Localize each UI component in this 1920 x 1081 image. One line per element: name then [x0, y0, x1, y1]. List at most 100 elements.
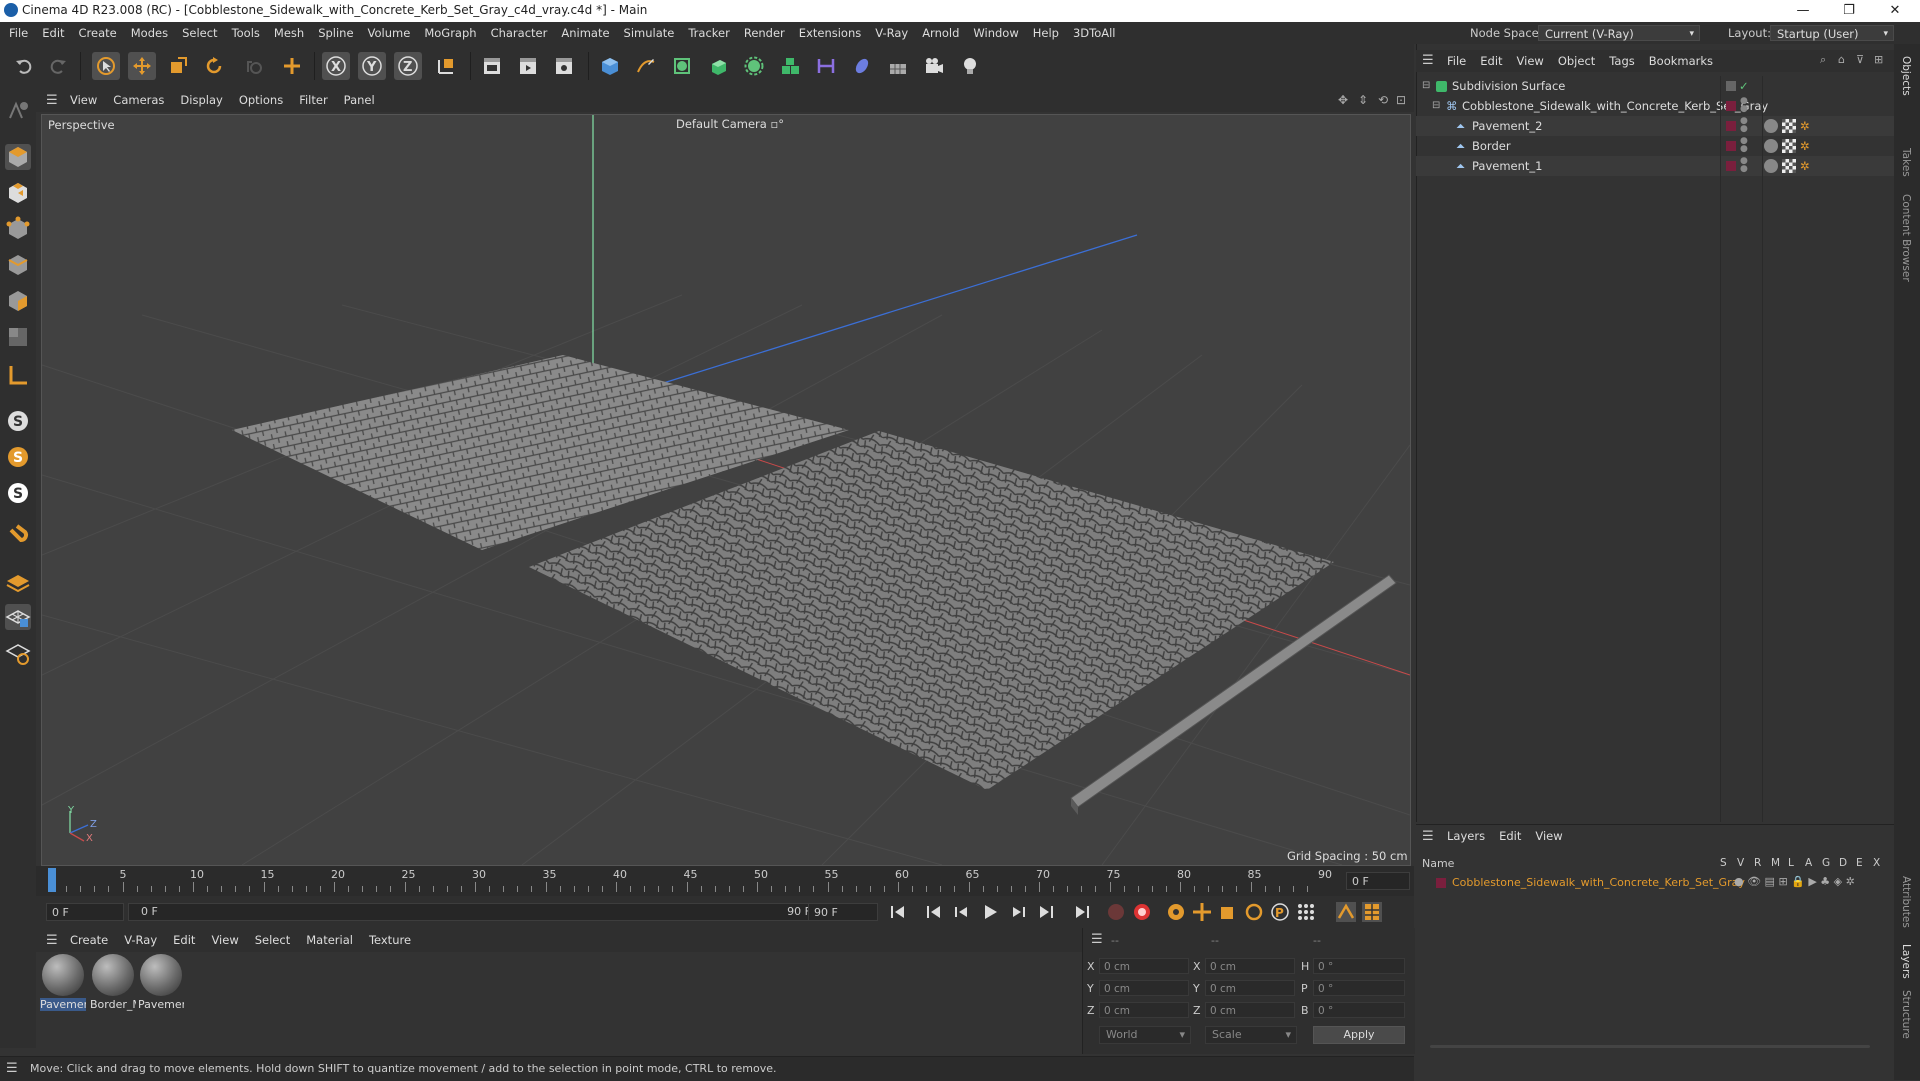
- object-menu-bookmarks[interactable]: Bookmarks: [1642, 50, 1720, 72]
- spline-pen-button[interactable]: [632, 52, 660, 80]
- menu-spline[interactable]: Spline: [311, 22, 360, 44]
- layer-row[interactable]: Cobblestone_Sidewalk_with_Concrete_Kerb_…: [1416, 873, 1894, 893]
- column-solo[interactable]: S: [1720, 857, 1737, 869]
- position-y-field[interactable]: 0 cm: [1099, 980, 1189, 996]
- layer-toggle-icons[interactable]: ● 👁 ▤ ⊞ 🔒 ▶ ♣ ◈ ✲: [1734, 875, 1855, 888]
- menu-simulate[interactable]: Simulate: [617, 22, 682, 44]
- maximize-view-icon[interactable]: ⊡: [1396, 93, 1406, 107]
- mograph-cloner-button[interactable]: [776, 52, 804, 80]
- column-generators[interactable]: G: [1822, 857, 1839, 869]
- key-rotation-button[interactable]: [1244, 902, 1264, 922]
- material-menu-texture[interactable]: Texture: [361, 928, 419, 952]
- menu-arnold[interactable]: Arnold: [915, 22, 966, 44]
- filter-icon[interactable]: ⊽: [1856, 53, 1864, 66]
- layer-menu-view[interactable]: View: [1528, 825, 1569, 847]
- rotate-tool-button[interactable]: [200, 52, 228, 80]
- new-window-icon[interactable]: ⊞: [1874, 53, 1883, 66]
- floor-button[interactable]: [884, 52, 912, 80]
- motion-system-button[interactable]: [1336, 902, 1356, 922]
- viewport-menu-cameras[interactable]: Cameras: [105, 88, 172, 112]
- home-icon[interactable]: ⌂: [1838, 53, 1845, 66]
- hamburger-icon[interactable]: ☰: [46, 933, 58, 948]
- go-to-end-button[interactable]: [1072, 902, 1092, 922]
- position-x-field[interactable]: 0 cm: [1099, 958, 1189, 974]
- column-xref[interactable]: X: [1873, 857, 1883, 869]
- menu-render[interactable]: Render: [737, 22, 792, 44]
- visibility-dots-icon[interactable]: ● ●: [1740, 137, 1748, 154]
- uv-mode-button[interactable]: [5, 324, 31, 350]
- position-z-field[interactable]: 0 cm: [1099, 1002, 1189, 1018]
- visibility-dots-icon[interactable]: ● ●: [1740, 97, 1748, 114]
- menu-tracker[interactable]: Tracker: [681, 22, 737, 44]
- close-button[interactable]: ✕: [1872, 0, 1918, 22]
- column-render[interactable]: R: [1754, 857, 1771, 869]
- layer-color-swatch[interactable]: [1436, 878, 1446, 888]
- menu-tools[interactable]: Tools: [225, 22, 267, 44]
- vray-tag-icon[interactable]: ✲: [1800, 136, 1810, 156]
- extrude-button[interactable]: [704, 52, 732, 80]
- edges-mode-button[interactable]: [5, 252, 31, 278]
- menu-character[interactable]: Character: [484, 22, 555, 44]
- search-icon[interactable]: ⌕: [1820, 53, 1826, 67]
- field-button[interactable]: [848, 52, 876, 80]
- column-view[interactable]: V: [1737, 857, 1754, 869]
- next-frame-button[interactable]: [1008, 902, 1028, 922]
- material-menu-view[interactable]: View: [203, 928, 246, 952]
- vray-tag-icon[interactable]: ✲: [1800, 156, 1810, 176]
- tab-layers[interactable]: Layers: [1900, 944, 1912, 979]
- object-menu-file[interactable]: File: [1440, 50, 1473, 72]
- object-row-cobblestone-group[interactable]: ⊟ ⌘ Cobblestone_Sidewalk_with_Concrete_K…: [1416, 96, 1894, 116]
- coordinate-mode-dropdown[interactable]: World ▾: [1099, 1026, 1191, 1044]
- object-menu-tags[interactable]: Tags: [1602, 50, 1641, 72]
- key-pla-button[interactable]: [1296, 902, 1316, 922]
- hamburger-icon[interactable]: ☰: [1422, 829, 1434, 844]
- z-axis-lock-button[interactable]: Z: [394, 52, 422, 80]
- node-space-dropdown[interactable]: Current (V-Ray) ▾: [1538, 25, 1700, 41]
- subdivision-surface-button[interactable]: [668, 52, 696, 80]
- coordinate-system-button[interactable]: [432, 52, 460, 80]
- timeline-layout-button[interactable]: [1362, 902, 1382, 922]
- vray-tag-icon[interactable]: ✲: [1800, 116, 1810, 136]
- rotation-h-field[interactable]: 0 °: [1313, 958, 1405, 974]
- menu-window[interactable]: Window: [966, 22, 1025, 44]
- object-menu-edit[interactable]: Edit: [1473, 50, 1509, 72]
- material-swatch[interactable]: Pavemen: [40, 954, 86, 1011]
- apply-button[interactable]: Apply: [1313, 1026, 1405, 1044]
- menu-file[interactable]: File: [2, 22, 35, 44]
- size-z-field[interactable]: 0 cm: [1205, 1002, 1295, 1018]
- recent-tool-button[interactable]: [278, 52, 306, 80]
- menu-edit[interactable]: Edit: [35, 22, 71, 44]
- key-position-button[interactable]: [1192, 902, 1212, 922]
- undo-button[interactable]: [10, 52, 38, 80]
- object-menu-object[interactable]: Object: [1551, 50, 1602, 72]
- viewport-menu-view[interactable]: View: [62, 88, 105, 112]
- tab-attributes[interactable]: Attributes: [1900, 876, 1912, 928]
- record-keys-button[interactable]: [1106, 902, 1126, 922]
- frame-range-slider[interactable]: 0 F 90 F: [128, 903, 824, 921]
- viewport-menu-options[interactable]: Options: [231, 88, 291, 112]
- floor-grid-button[interactable]: [5, 568, 31, 594]
- layer-scrollbar[interactable]: [1430, 1045, 1870, 1048]
- make-editable-button[interactable]: [5, 98, 31, 124]
- uvw-tag-icon[interactable]: [1782, 159, 1796, 173]
- texture-mode-button[interactable]: [5, 180, 31, 206]
- uvw-tag-icon[interactable]: [1782, 119, 1796, 133]
- uvw-tag-icon[interactable]: [1782, 139, 1796, 153]
- layer-menu-edit[interactable]: Edit: [1492, 825, 1528, 847]
- keyframe-selection-button[interactable]: [1166, 902, 1186, 922]
- menu-volume[interactable]: Volume: [361, 22, 418, 44]
- viewport-menu-filter[interactable]: Filter: [291, 88, 335, 112]
- column-deformers[interactable]: D: [1839, 857, 1856, 869]
- size-y-field[interactable]: 0 cm: [1205, 980, 1295, 996]
- object-row-subdivision-surface[interactable]: ⊟ Subdivision Surface ✓: [1416, 76, 1894, 96]
- visibility-dots-icon[interactable]: ● ●: [1740, 157, 1748, 174]
- menu-help[interactable]: Help: [1026, 22, 1066, 44]
- prev-frame-button[interactable]: [952, 902, 972, 922]
- viewport-menu-panel[interactable]: Panel: [336, 88, 383, 112]
- hamburger-icon[interactable]: ☰: [6, 1061, 18, 1076]
- hamburger-icon[interactable]: ☰: [1422, 53, 1434, 68]
- x-axis-lock-button[interactable]: X: [322, 52, 350, 80]
- pan-view-icon[interactable]: ✥: [1338, 93, 1348, 107]
- points-mode-button[interactable]: [5, 216, 31, 242]
- viewport-menu-display[interactable]: Display: [172, 88, 230, 112]
